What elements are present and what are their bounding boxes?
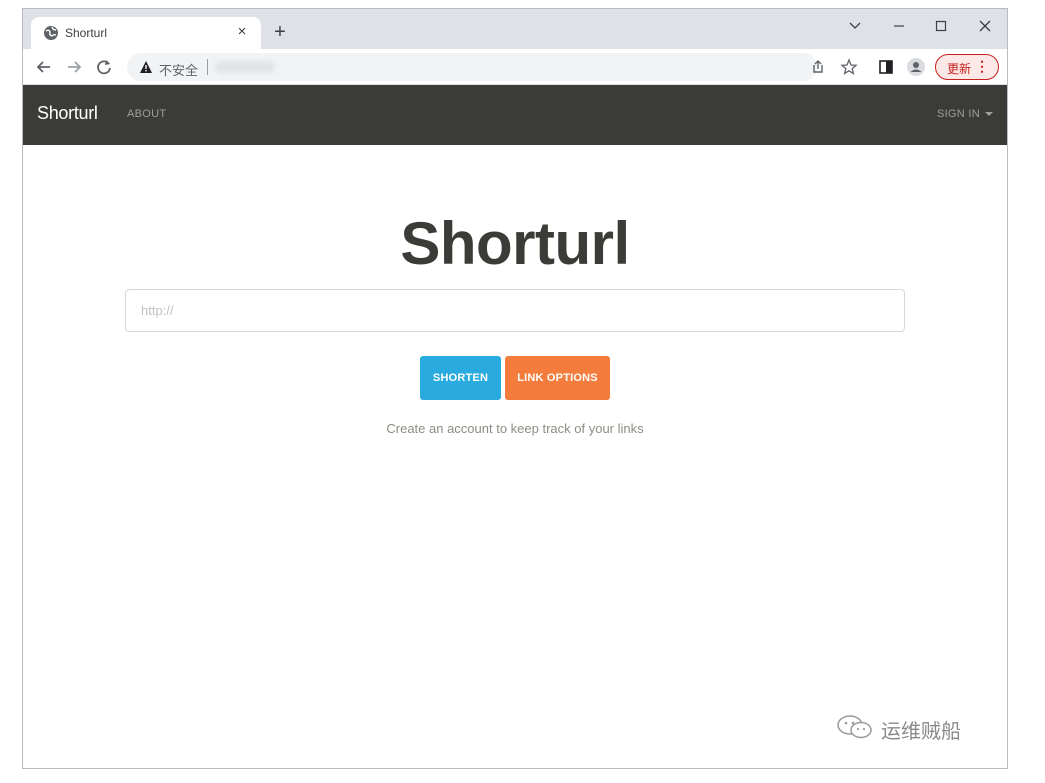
- tab-title: Shorturl: [65, 26, 108, 40]
- maximize-icon[interactable]: [927, 15, 955, 37]
- tab-close-icon[interactable]: ×: [231, 21, 253, 43]
- forward-arrow-icon[interactable]: [63, 56, 85, 78]
- address-divider: [207, 59, 208, 75]
- helper-text: Create an account to keep track of your …: [386, 421, 644, 436]
- page-title: Shorturl: [400, 210, 630, 277]
- profile-icon[interactable]: [905, 56, 927, 78]
- star-icon[interactable]: [838, 56, 860, 78]
- nav-signin-dropdown[interactable]: SIGN IN: [937, 108, 993, 120]
- update-button[interactable]: 更新 ⋮: [935, 54, 999, 80]
- back-arrow-icon[interactable]: [33, 56, 55, 78]
- tab-strip: Shorturl × +: [23, 9, 1007, 49]
- url-input[interactable]: [125, 289, 905, 332]
- url-text-blurred: [215, 61, 275, 73]
- link-options-button[interactable]: LINK OPTIONS: [505, 356, 610, 400]
- menu-dots-icon: ⋮: [975, 58, 989, 74]
- watermark-text: 运维贼船: [881, 721, 961, 743]
- share-icon[interactable]: [807, 56, 829, 78]
- site-navbar: Shorturl ABOUT SIGN IN: [23, 85, 1007, 145]
- side-panel-icon[interactable]: [875, 56, 897, 78]
- signin-label: SIGN IN: [936, 108, 980, 120]
- nav-link-about[interactable]: ABOUT: [127, 108, 166, 120]
- update-label: 更新: [947, 62, 972, 76]
- caret-down-icon: [985, 112, 993, 117]
- warning-triangle-icon: [140, 61, 152, 73]
- watermark: 运维贼船: [835, 709, 995, 745]
- reload-icon[interactable]: [93, 56, 115, 78]
- navbar-brand[interactable]: Shorturl: [37, 103, 98, 124]
- minimize-icon[interactable]: [885, 15, 913, 37]
- new-tab-icon[interactable]: +: [269, 21, 291, 43]
- browser-tab[interactable]: Shorturl ×: [31, 17, 261, 49]
- browser-window: Shorturl × + 不安全 更新 ⋮ Shorturl ABOUT SIG…: [22, 8, 1008, 769]
- not-secure-label: 不安全: [159, 63, 199, 78]
- tab-search-icon[interactable]: [841, 15, 869, 37]
- shorten-button[interactable]: SHORTEN: [420, 356, 501, 400]
- close-window-icon[interactable]: [971, 15, 999, 37]
- wechat-icon: [837, 715, 872, 739]
- globe-icon: [44, 26, 58, 40]
- browser-toolbar: 不安全 更新 ⋮: [23, 49, 1007, 85]
- address-bar[interactable]: 不安全: [127, 53, 817, 81]
